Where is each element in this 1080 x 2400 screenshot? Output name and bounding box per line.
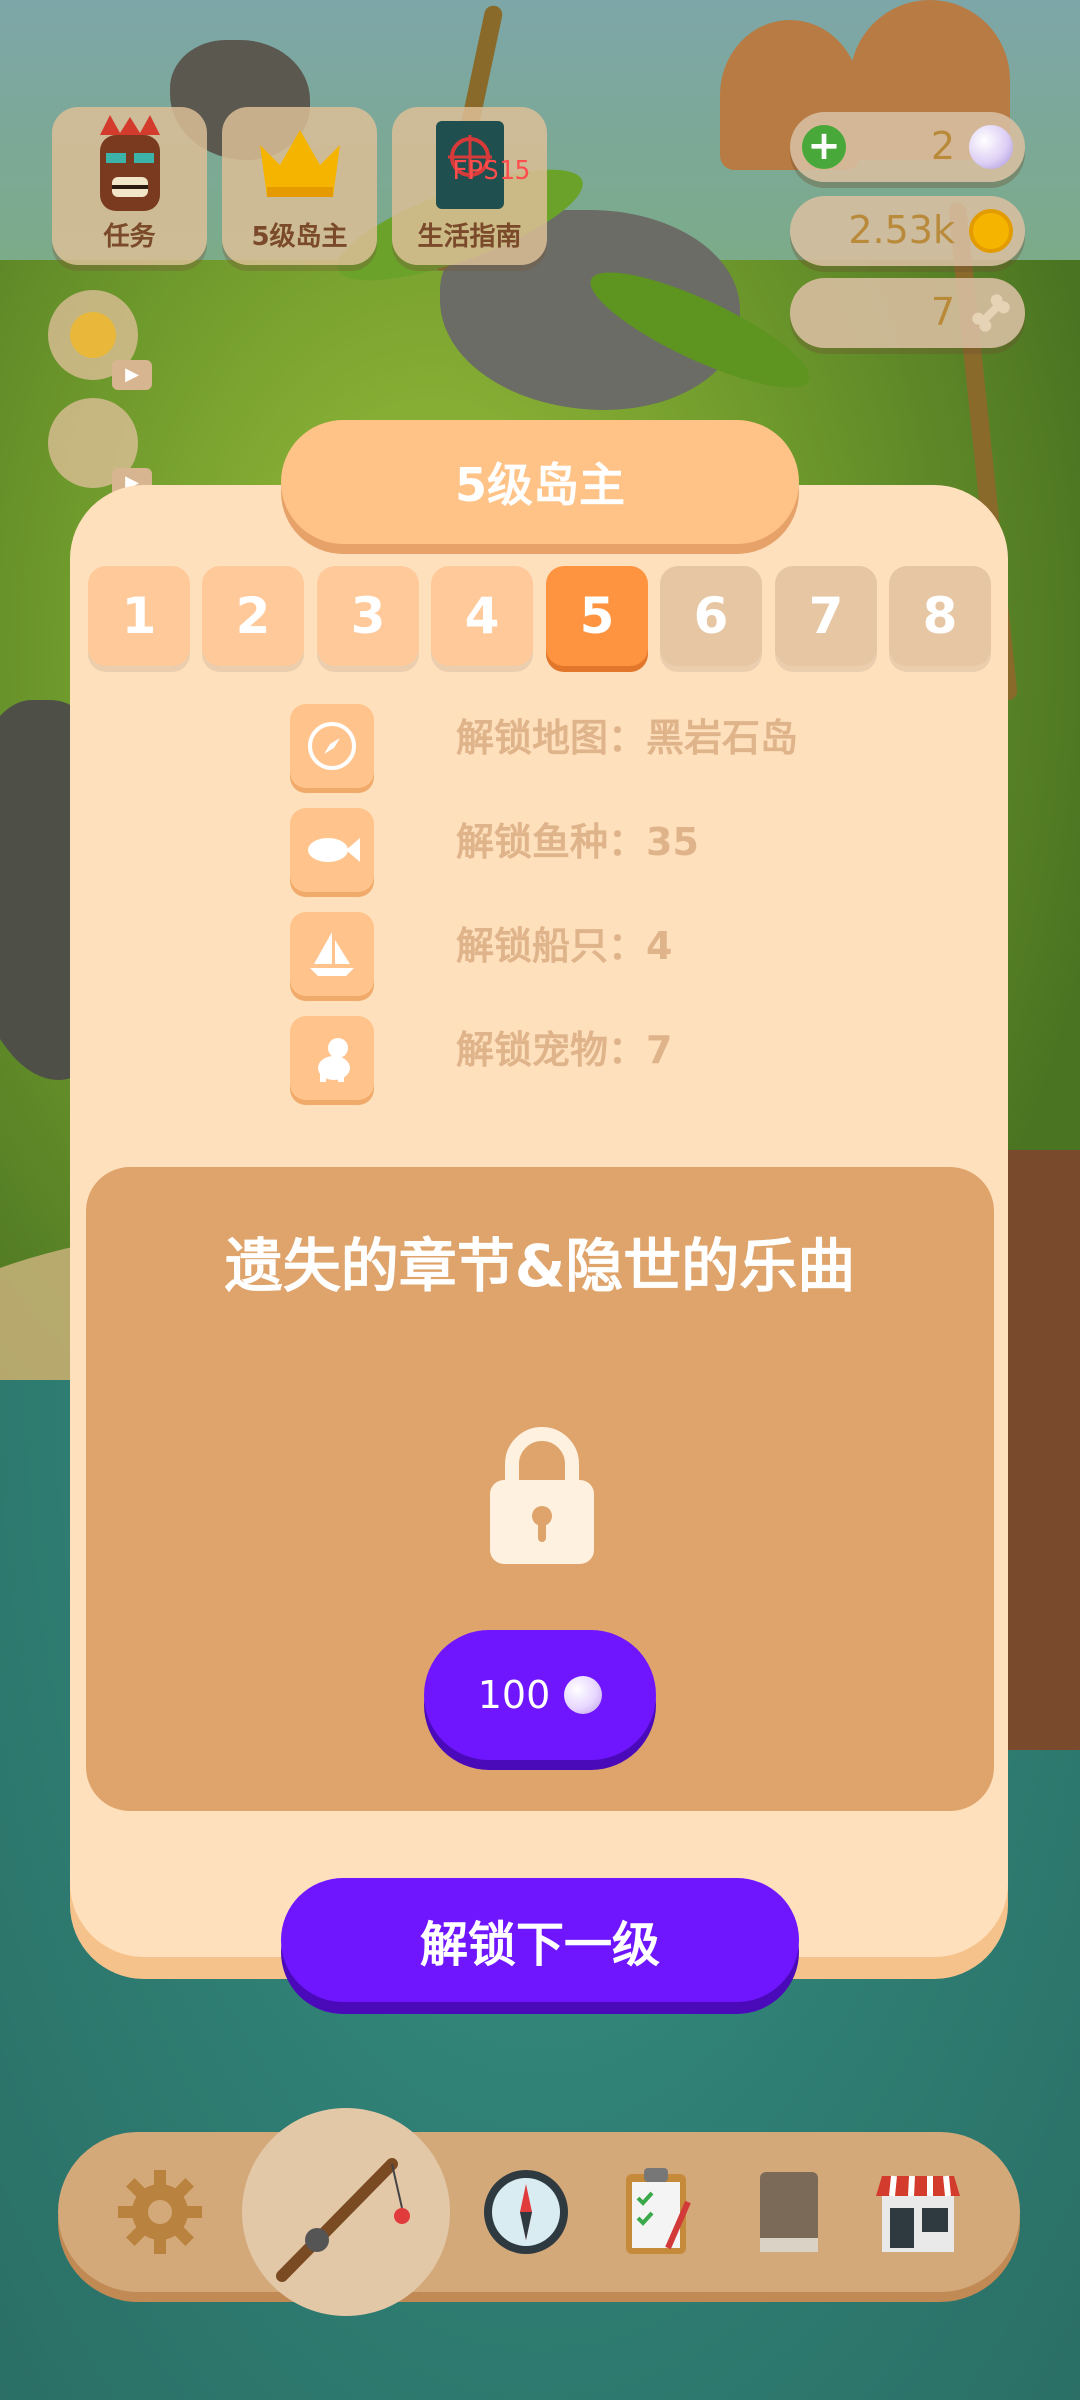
compass-icon bbox=[290, 704, 374, 788]
unlock-boat-text: 解锁船只：4 bbox=[456, 924, 673, 968]
video-icon: ▶ bbox=[112, 360, 152, 390]
bone-icon bbox=[969, 291, 1013, 335]
fps-counter: FPS15 bbox=[452, 156, 531, 186]
tiki-mask-icon bbox=[52, 115, 207, 215]
crown-icon bbox=[222, 115, 377, 215]
dog-icon bbox=[290, 1016, 374, 1100]
price-value: 100 bbox=[477, 1673, 551, 1717]
unlock-map-row: 解锁地图：黑岩石岛 bbox=[290, 704, 1010, 804]
level-tab-4[interactable]: 4 bbox=[431, 566, 533, 666]
unlock-fish-row: 解锁鱼种：35 bbox=[290, 808, 1010, 898]
level-tab-8[interactable]: 8 bbox=[889, 566, 991, 666]
side-coin-video-button[interactable]: ▶ bbox=[48, 290, 152, 390]
fish-icon bbox=[290, 808, 374, 892]
level-tab-3[interactable]: 3 bbox=[317, 566, 419, 666]
settings-gear-icon[interactable] bbox=[110, 2162, 210, 2262]
unlock-map-text: 解锁地图：黑岩石岛 bbox=[456, 716, 799, 760]
level-tab-7[interactable]: 7 bbox=[775, 566, 877, 666]
pearl-value: 2 bbox=[930, 124, 955, 168]
unlock-boat-row: 解锁船只：4 bbox=[290, 912, 1010, 1002]
bone-counter[interactable]: 7 bbox=[790, 278, 1025, 348]
coin-icon bbox=[969, 209, 1013, 253]
coin-counter[interactable]: 2.53k bbox=[790, 196, 1025, 266]
unlock-pet-row: 解锁宠物：7 bbox=[290, 1016, 1010, 1106]
fishing-rod-icon bbox=[276, 2158, 410, 2282]
shop-icon[interactable] bbox=[868, 2162, 968, 2262]
fishing-button[interactable] bbox=[242, 2108, 450, 2316]
unlock-fish-text: 解锁鱼种：35 bbox=[456, 820, 699, 864]
side-bone-video-button[interactable]: ▶ bbox=[48, 398, 152, 498]
book-icon[interactable] bbox=[738, 2162, 838, 2262]
task-label: 任务 bbox=[103, 222, 156, 252]
pearl-icon bbox=[564, 1676, 603, 1714]
bone-value: 7 bbox=[930, 290, 955, 334]
unlock-pet-text: 解锁宠物：7 bbox=[456, 1028, 673, 1072]
life-guide-label: 生活指南 bbox=[417, 222, 522, 252]
coin-value: 2.53k bbox=[848, 208, 955, 252]
clipboard-tasks-icon[interactable] bbox=[608, 2162, 708, 2262]
rank-button[interactable]: 5级岛主 bbox=[222, 107, 377, 265]
level-tab-1[interactable]: 1 bbox=[88, 566, 190, 666]
compass-nav-icon[interactable] bbox=[476, 2162, 576, 2262]
boat-icon bbox=[290, 912, 374, 996]
level-tab-6[interactable]: 6 bbox=[660, 566, 762, 666]
lock-icon bbox=[484, 1422, 600, 1566]
level-tab-5[interactable]: 5 bbox=[546, 566, 648, 666]
level-tab-2[interactable]: 2 bbox=[202, 566, 304, 666]
level-tabs: 1 2 3 4 5 6 7 8 bbox=[88, 566, 994, 670]
life-guide-button[interactable]: 生活指南 bbox=[392, 107, 547, 265]
chapter-title: 遗失的章节&隐世的乐曲 bbox=[224, 1232, 856, 1300]
task-button[interactable]: 任务 bbox=[52, 107, 207, 265]
rank-label: 5级岛主 bbox=[251, 222, 348, 252]
unlock-next-level-button[interactable]: 解锁下一级 bbox=[281, 1878, 799, 2002]
pearl-icon bbox=[969, 125, 1013, 169]
add-icon[interactable]: + bbox=[802, 125, 846, 169]
unlock-chapter-price-button[interactable]: 100 bbox=[424, 1630, 656, 1760]
pearl-counter[interactable]: + 2 bbox=[790, 112, 1025, 182]
panel-title: 5级岛主 bbox=[281, 420, 799, 544]
